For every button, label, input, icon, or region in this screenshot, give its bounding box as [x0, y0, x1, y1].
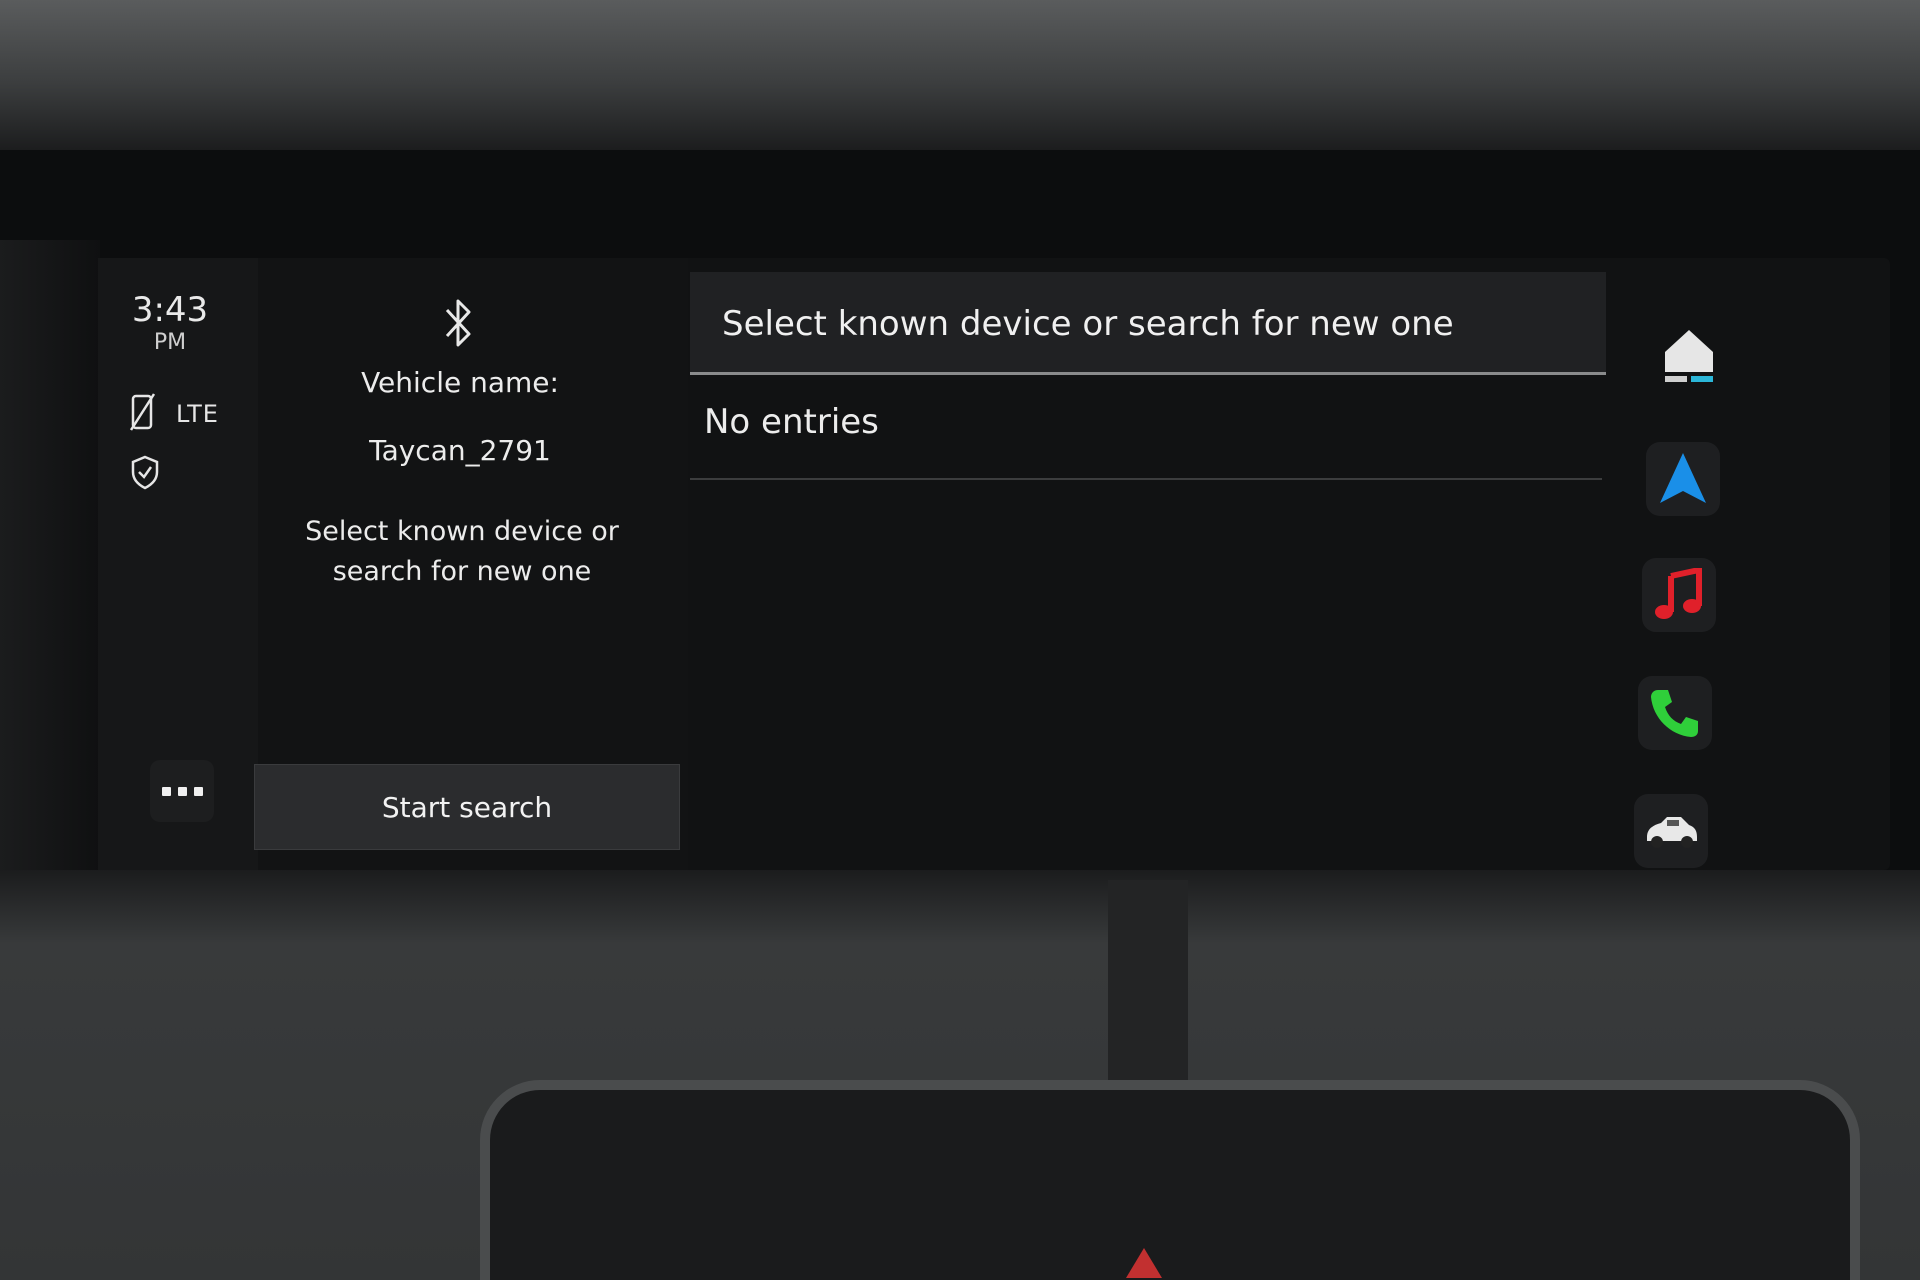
- list-divider: [690, 478, 1602, 480]
- network-type: LTE: [176, 400, 219, 428]
- device-list-title: Select known device or search for new on…: [722, 304, 1454, 344]
- dot-icon: [177, 786, 187, 796]
- bluetooth-icon: [445, 299, 471, 347]
- home-button[interactable]: [1652, 318, 1726, 392]
- car-icon: [1647, 817, 1697, 848]
- clock-time: 3:43: [131, 290, 209, 330]
- music-icon: [1655, 568, 1702, 619]
- navigation-icon: [1660, 453, 1706, 503]
- no-phone-icon: [129, 393, 156, 431]
- more-options-button[interactable]: [150, 760, 214, 822]
- car-dashboard: 3:43 PM LTE Vehicle name: Taycan_2791 Se…: [0, 0, 1920, 1280]
- center-console-divider: [1108, 880, 1188, 1080]
- vehicle-name-label: Vehicle name:: [361, 366, 559, 399]
- screen-edge: [0, 240, 100, 880]
- empty-list-message: No entries: [704, 402, 879, 442]
- vehicle-name-value: Taycan_2791: [369, 434, 551, 467]
- clock-ampm: PM: [153, 330, 187, 355]
- dashboard-top-trim: [0, 0, 1920, 150]
- car-button[interactable]: [1634, 794, 1708, 868]
- hazard-icon[interactable]: [1126, 1248, 1162, 1278]
- shield-icon: [131, 455, 159, 490]
- bluetooth-hint: Select known device or search for new on…: [305, 516, 619, 587]
- navigation-button[interactable]: [1646, 442, 1720, 516]
- phone-icon: [1651, 690, 1698, 737]
- air-vent: [480, 1080, 1860, 1280]
- music-button[interactable]: [1642, 558, 1716, 632]
- dot-icon: [193, 786, 203, 796]
- start-search-button[interactable]: Start search: [254, 764, 680, 850]
- home-icon: [1665, 330, 1713, 382]
- phone-button[interactable]: [1638, 676, 1712, 750]
- dot-icon: [161, 786, 171, 796]
